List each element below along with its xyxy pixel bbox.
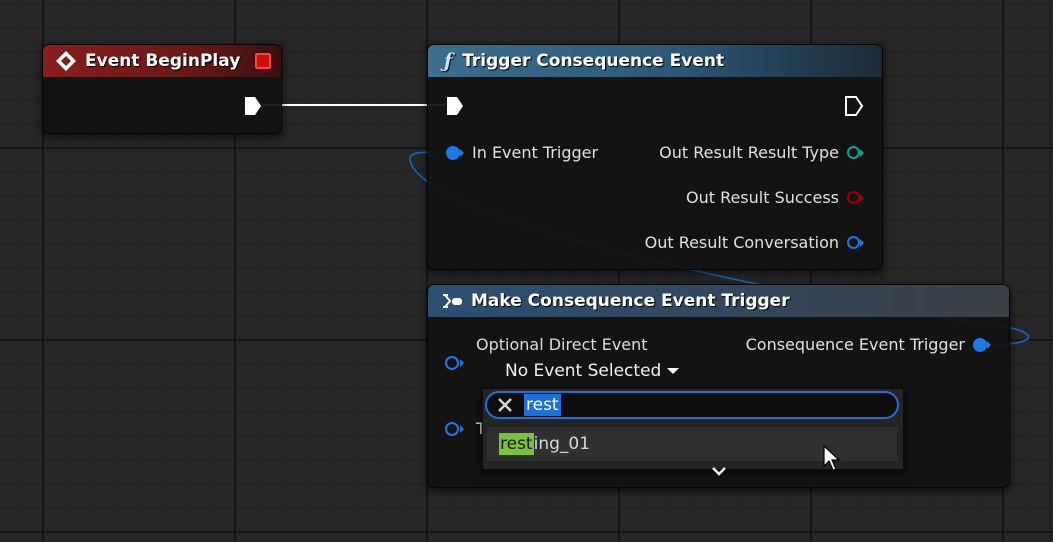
mouse-cursor-icon [823, 445, 841, 471]
make-title: Make Consequence Event Trigger [471, 291, 790, 311]
consequence-event-trigger-pin[interactable]: Consequence Event Trigger [746, 335, 991, 354]
bool-pin-icon [847, 191, 860, 204]
make-struct-icon [443, 294, 462, 308]
out-result-conversation-pin[interactable]: Out Result Conversation [645, 233, 864, 252]
struct-pin-icon [445, 422, 459, 436]
out-result-type-pin[interactable]: Out Result Result Type [659, 143, 864, 162]
function-icon: ƒ [444, 50, 453, 72]
out-result-success-label: Out Result Success [685, 188, 839, 207]
chevron-down-icon[interactable] [711, 466, 727, 476]
search-result-rest: ing_01 [533, 434, 591, 454]
object-pin-icon [847, 236, 860, 249]
search-result-match: rest [499, 433, 534, 455]
event-dropdown-value: No Event Selected [505, 361, 662, 381]
optional-direct-event-pin[interactable] [445, 353, 467, 373]
optional-direct-event-label: Optional Direct Event [476, 335, 648, 354]
begin-play-header: Event BeginPlay [43, 45, 281, 77]
out-result-success-pin[interactable]: Out Result Success [686, 188, 864, 207]
struct-pin-icon [446, 145, 460, 160]
begin-play-title: Event BeginPlay [85, 51, 241, 71]
exec-out-pin[interactable] [844, 95, 864, 117]
red-square-icon[interactable] [255, 53, 271, 69]
close-icon[interactable] [497, 397, 513, 413]
hidden-input-pin[interactable] [445, 419, 467, 439]
exec-out-pin[interactable] [243, 95, 263, 117]
struct-pin-icon [445, 356, 459, 370]
out-result-type-label: Out Result Result Type [659, 143, 839, 162]
trigger-header: ƒ Trigger Consequence Event [428, 45, 882, 77]
trigger-consequence-node[interactable]: ƒ Trigger Consequence Event In Event Tri… [427, 44, 883, 270]
event-diamond-icon [56, 51, 76, 71]
consequence-event-trigger-label: Consequence Event Trigger [745, 335, 965, 354]
enum-pin-icon [847, 146, 860, 159]
trigger-title: Trigger Consequence Event [462, 51, 725, 71]
begin-play-node[interactable]: Event BeginPlay [42, 44, 282, 134]
in-event-trigger-pin[interactable]: In Event Trigger [446, 143, 598, 162]
dropdown-arrow-icon [667, 368, 680, 374]
out-result-conversation-label: Out Result Conversation [644, 233, 839, 252]
make-header: Make Consequence Event Trigger [428, 285, 1009, 317]
search-input[interactable]: rest [524, 394, 561, 416]
struct-out-pin-icon [973, 337, 987, 352]
exec-in-pin[interactable] [445, 95, 465, 117]
event-dropdown[interactable]: No Event Selected [505, 361, 680, 381]
in-event-trigger-label: In Event Trigger [472, 143, 599, 162]
search-input-box[interactable]: rest [485, 391, 899, 419]
